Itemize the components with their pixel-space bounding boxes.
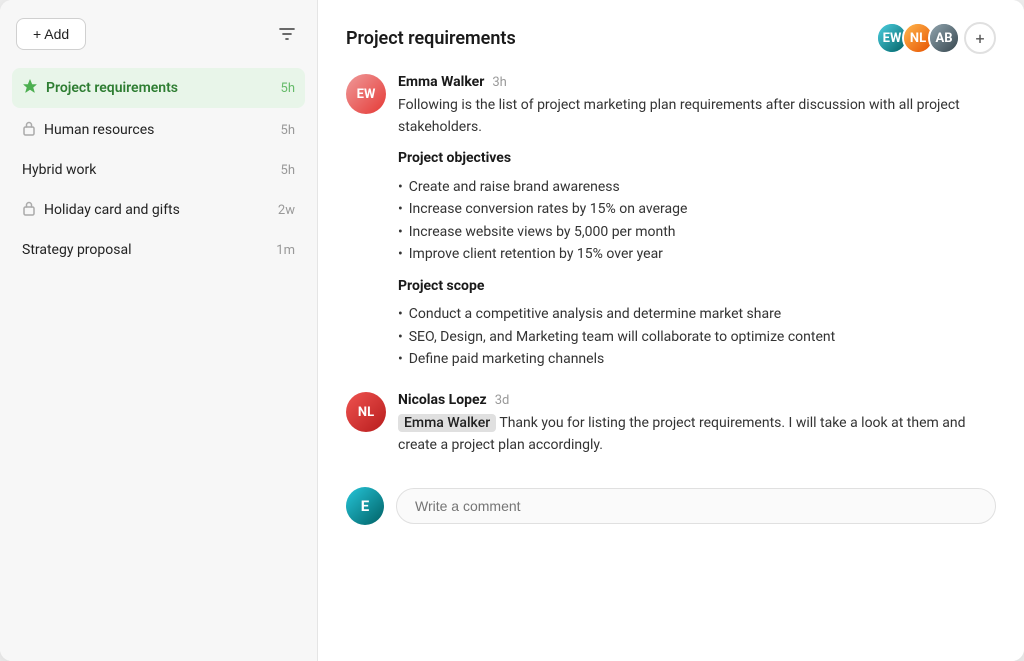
- comment-author: Nicolas Lopez: [398, 392, 487, 408]
- sidebar-item-time: 1m: [276, 243, 295, 258]
- main-content: Project requirements EW NL AB + EW: [318, 0, 1024, 661]
- sidebar-item-label: Strategy proposal: [22, 242, 268, 258]
- section-title: Project objectives: [398, 148, 996, 170]
- comment-author: Emma Walker: [398, 74, 484, 90]
- sidebar-item-hybrid-work[interactable]: Hybrid work 5h: [12, 152, 305, 188]
- comment-time: 3h: [492, 75, 506, 90]
- mention-tag[interactable]: Emma Walker: [398, 414, 496, 432]
- section-title: Project scope: [398, 276, 996, 298]
- sidebar-nav: Project requirements 5h Human resources …: [12, 68, 305, 268]
- list-item: Create and raise brand awareness: [398, 176, 996, 198]
- current-user-avatar: E: [346, 487, 384, 525]
- avatar-group: EW NL AB +: [876, 22, 996, 54]
- sidebar-item-project-requirements[interactable]: Project requirements 5h: [12, 68, 305, 108]
- sidebar-item-human-resources[interactable]: Human resources 5h: [12, 110, 305, 150]
- list-item: SEO, Design, and Marketing team will col…: [398, 326, 996, 348]
- comment-section: EW Emma Walker 3h Following is the list …: [346, 74, 996, 525]
- avatar-initials: EW: [357, 87, 376, 102]
- add-button[interactable]: + Add: [16, 18, 86, 50]
- comment-header: Emma Walker 3h: [398, 74, 996, 90]
- bullet-list: Create and raise brand awareness Increas…: [398, 176, 996, 266]
- comment-header: Nicolas Lopez 3d: [398, 392, 996, 408]
- sidebar-item-strategy-proposal[interactable]: Strategy proposal 1m: [12, 232, 305, 268]
- lock-icon: [22, 120, 36, 140]
- main-header: Project requirements EW NL AB +: [346, 22, 996, 54]
- sidebar-item-time: 5h: [281, 123, 295, 138]
- sidebar-item-label: Project requirements: [46, 80, 273, 96]
- app-container: + Add Project requirements 5h: [0, 0, 1024, 661]
- comment-input-row: E: [346, 487, 996, 525]
- comment-text: Following is the list of project marketi…: [398, 95, 996, 370]
- comment-text: Emma Walker Thank you for listing the pr…: [398, 413, 996, 456]
- sidebar-item-holiday-card[interactable]: Holiday card and gifts 2w: [12, 190, 305, 230]
- avatar-initials: E: [361, 497, 369, 515]
- comment: EW Emma Walker 3h Following is the list …: [346, 74, 996, 370]
- filter-icon[interactable]: [273, 20, 301, 48]
- list-item: Conduct a competitive analysis and deter…: [398, 303, 996, 325]
- comment-intro: Following is the list of project marketi…: [398, 95, 996, 138]
- pin-icon: [22, 78, 38, 98]
- sidebar-item-label: Human resources: [44, 122, 273, 138]
- sidebar-item-time: 5h: [281, 81, 295, 96]
- sidebar-item-label: Holiday card and gifts: [44, 202, 270, 218]
- comment: NL Nicolas Lopez 3d Emma Walker Thank yo…: [346, 392, 996, 456]
- list-item: Improve client retention by 15% over yea…: [398, 243, 996, 265]
- sidebar-item-label: Hybrid work: [22, 162, 273, 178]
- page-title: Project requirements: [346, 28, 516, 49]
- sidebar: + Add Project requirements 5h: [0, 0, 318, 661]
- avatar: AB: [928, 22, 960, 54]
- sidebar-item-time: 5h: [281, 163, 295, 178]
- section-scope: Project scope Conduct a competitive anal…: [398, 276, 996, 371]
- list-item: Increase conversion rates by 15% on aver…: [398, 198, 996, 220]
- avatar-image: AB: [930, 24, 958, 52]
- section-objectives: Project objectives Create and raise bran…: [398, 148, 996, 265]
- sidebar-header: + Add: [12, 18, 305, 50]
- comment-body: Nicolas Lopez 3d Emma Walker Thank you f…: [398, 392, 996, 456]
- list-item: Increase website views by 5,000 per mont…: [398, 221, 996, 243]
- lock-icon: [22, 200, 36, 220]
- comment-time: 3d: [495, 393, 510, 408]
- bullet-list: Conduct a competitive analysis and deter…: [398, 303, 996, 370]
- list-item: Define paid marketing channels: [398, 348, 996, 370]
- comment-body: Emma Walker 3h Following is the list of …: [398, 74, 996, 370]
- add-avatar-button[interactable]: +: [964, 22, 996, 54]
- avatar-initials: NL: [358, 405, 374, 420]
- avatar: EW: [346, 74, 386, 114]
- avatar: NL: [346, 392, 386, 432]
- sidebar-item-time: 2w: [278, 203, 295, 218]
- comment-input[interactable]: [396, 488, 996, 524]
